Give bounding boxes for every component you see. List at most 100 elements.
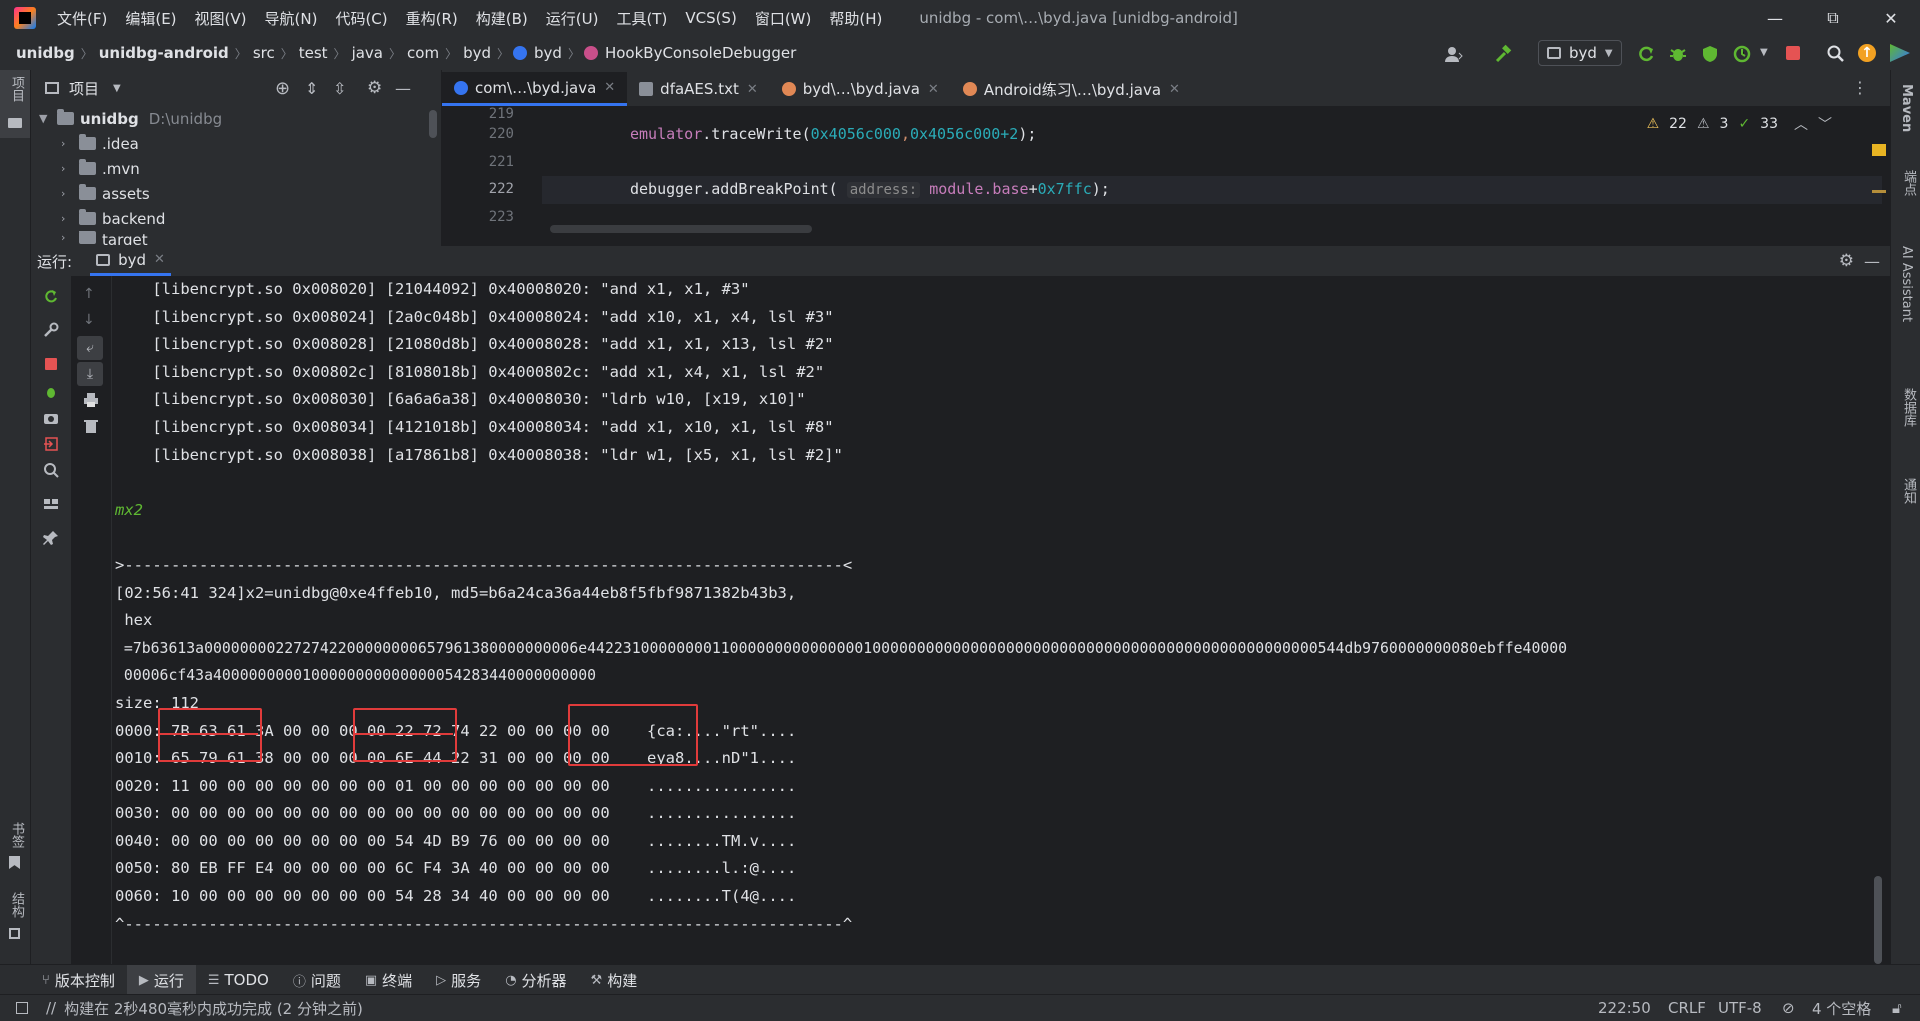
menu-file[interactable]: 文件(F) — [48, 8, 116, 29]
debug-attach-icon[interactable] — [43, 384, 59, 400]
tool-problems[interactable]: ⓘ 问题 — [281, 970, 353, 991]
chevron-down-icon[interactable]: ﹀ — [1818, 114, 1832, 134]
crumb-byd-class[interactable]: byd — [532, 44, 564, 62]
coverage-icon[interactable] — [1700, 44, 1720, 64]
search-icon[interactable] — [1826, 44, 1846, 64]
crumb-unidbg[interactable]: unidbg — [14, 44, 77, 62]
console-output[interactable]: [libencrypt.so 0x008020] [21044092] 0x40… — [115, 276, 1875, 964]
tool-run[interactable]: ▶ 运行 — [126, 965, 196, 995]
close-icon[interactable]: ✕ — [1169, 82, 1180, 97]
crumb-test[interactable]: test — [297, 44, 330, 62]
structure-tool-button[interactable]: 结构 — [0, 892, 30, 952]
pin-icon[interactable] — [43, 530, 59, 546]
crumb-src[interactable]: src — [251, 44, 277, 62]
tab-com-byd-java[interactable]: com\…\byd.java ✕ — [442, 72, 628, 106]
panel-toggle-icon[interactable] — [16, 1002, 28, 1014]
run-config-selector[interactable]: byd ▼ — [1538, 40, 1622, 66]
scroll-to-end-icon[interactable]: ⤓ — [77, 362, 103, 386]
menu-edit[interactable]: 编辑(E) — [116, 8, 185, 29]
readonly-toggle-icon[interactable]: ⊘ — [1782, 995, 1795, 1021]
run-tab-byd[interactable]: byd ✕ — [90, 246, 171, 276]
trash-icon[interactable] — [83, 418, 99, 434]
expand-all-icon[interactable]: ⇕ — [305, 79, 318, 98]
close-icon[interactable]: ✕ — [154, 252, 165, 267]
hide-panel-icon[interactable]: — — [395, 79, 411, 98]
notifications-tool-button[interactable]: 通知 — [1899, 478, 1918, 504]
tool-build[interactable]: ⚒ 构建 — [579, 970, 650, 991]
crumb-com[interactable]: com — [405, 44, 441, 62]
status-message[interactable]: 构建在 2秒480毫秒内成功完成 (2 分钟之前) — [64, 998, 363, 1019]
gear-icon[interactable]: ⚙ — [1839, 251, 1854, 271]
database-tool-button[interactable]: 数据库 — [1899, 388, 1918, 427]
crumb-java[interactable]: java — [350, 44, 385, 62]
coverage-search-icon[interactable] — [43, 462, 59, 478]
tool-version-control[interactable]: ⑂ 版本控制 — [30, 970, 127, 991]
hide-panel-icon[interactable]: — — [1864, 252, 1880, 271]
tab-dfaaes-txt[interactable]: dfaAES.txt ✕ — [627, 72, 770, 106]
gear-icon[interactable]: ⚙ — [367, 78, 382, 98]
collapse-all-icon[interactable]: ⇳ — [333, 79, 346, 98]
menu-code[interactable]: 代码(C) — [326, 8, 396, 29]
tool-services[interactable]: ▷ 服务 — [424, 970, 493, 991]
close-window-button[interactable]: ✕ — [1862, 0, 1920, 36]
tree-item-target[interactable]: › target — [31, 231, 441, 245]
restore-button[interactable]: ⧉ — [1804, 0, 1862, 36]
debug-icon[interactable] — [1668, 44, 1688, 64]
tool-profiler[interactable]: ◔ 分析器 — [493, 970, 578, 991]
ai-assistant-tool-button[interactable]: AI Assistant — [1899, 246, 1914, 322]
camera-icon[interactable] — [43, 410, 59, 426]
project-panel-title[interactable]: 项目 — [69, 78, 99, 99]
menu-window[interactable]: 窗口(W) — [746, 8, 821, 29]
tab-byd-byd-java[interactable]: byd\…\byd.java ✕ — [770, 72, 951, 106]
user-icon[interactable] — [1444, 44, 1464, 64]
more-tabs-icon[interactable]: ⋮ — [1852, 78, 1868, 97]
indent-setting[interactable]: 4 个空格 — [1812, 995, 1871, 1021]
menu-vcs[interactable]: VCS(S) — [676, 9, 745, 27]
build-hammer-icon[interactable] — [1494, 44, 1514, 64]
arrow-down-icon[interactable]: ↓ — [83, 312, 99, 328]
crumb-byd-package[interactable]: byd — [461, 44, 493, 62]
bookmarks-tool-button[interactable]: 书签 — [0, 822, 30, 892]
stop-icon[interactable] — [45, 358, 57, 370]
editor-horizontal-scrollbar[interactable] — [550, 225, 812, 233]
arrow-up-icon[interactable]: ↑ — [83, 286, 99, 302]
soft-wrap-icon[interactable]: ⤶ — [77, 336, 103, 360]
tool-todo[interactable]: ☰ TODO — [196, 971, 281, 989]
close-icon[interactable]: ✕ — [928, 82, 939, 97]
file-encoding[interactable]: UTF-8 — [1718, 995, 1762, 1021]
menu-refactor[interactable]: 重构(R) — [397, 8, 467, 29]
project-scrollbar[interactable] — [429, 110, 437, 138]
menu-navigate[interactable]: 导航(N) — [256, 8, 327, 29]
caret-position[interactable]: 222:50 — [1598, 995, 1651, 1021]
lock-icon[interactable]: 🔓︎ — [1892, 995, 1902, 1021]
rerun-icon[interactable] — [1636, 44, 1656, 64]
error-stripe-marker[interactable] — [1872, 144, 1886, 156]
wrench-icon[interactable] — [43, 322, 59, 338]
tab-android-byd-java[interactable]: Android练习\…\byd.java ✕ — [951, 72, 1192, 106]
menu-view[interactable]: 视图(V) — [186, 8, 256, 29]
tree-item-idea[interactable]: › .idea — [31, 131, 441, 156]
tree-item-assets[interactable]: › assets — [31, 181, 441, 206]
project-tool-button[interactable]: 项目 — [0, 70, 30, 138]
endpoints-tool-button[interactable]: 端点 — [1899, 170, 1918, 196]
ai-assistant-icon[interactable] — [1890, 44, 1910, 62]
more-run-chevron-icon[interactable]: ▼ — [1760, 47, 1780, 67]
close-icon[interactable]: ✕ — [604, 80, 615, 95]
tool-terminal[interactable]: ▣ 终端 — [353, 970, 424, 991]
stop-icon[interactable] — [1786, 46, 1800, 60]
layout-icon[interactable] — [43, 496, 59, 512]
update-icon[interactable]: ↑ — [1858, 44, 1876, 62]
chevron-up-icon[interactable]: ︿ — [1794, 114, 1808, 134]
inspection-widget[interactable]: ⚠ 22 ⚠ 3 ✓ 33 ︿ ﹀ — [1647, 114, 1832, 134]
menu-build[interactable]: 构建(B) — [467, 8, 537, 29]
menu-help[interactable]: 帮助(H) — [820, 8, 891, 29]
exit-icon[interactable] — [43, 436, 59, 452]
minimize-button[interactable]: — — [1746, 0, 1804, 36]
tree-item-mvn[interactable]: › .mvn — [31, 156, 441, 181]
menu-run[interactable]: 运行(U) — [537, 8, 608, 29]
print-icon[interactable] — [83, 392, 99, 408]
error-stripe-marker[interactable] — [1872, 190, 1886, 193]
line-separator[interactable]: CRLF — [1668, 995, 1706, 1021]
chevron-down-icon[interactable]: ▼ — [113, 83, 121, 94]
console-scrollbar[interactable] — [1874, 876, 1882, 964]
